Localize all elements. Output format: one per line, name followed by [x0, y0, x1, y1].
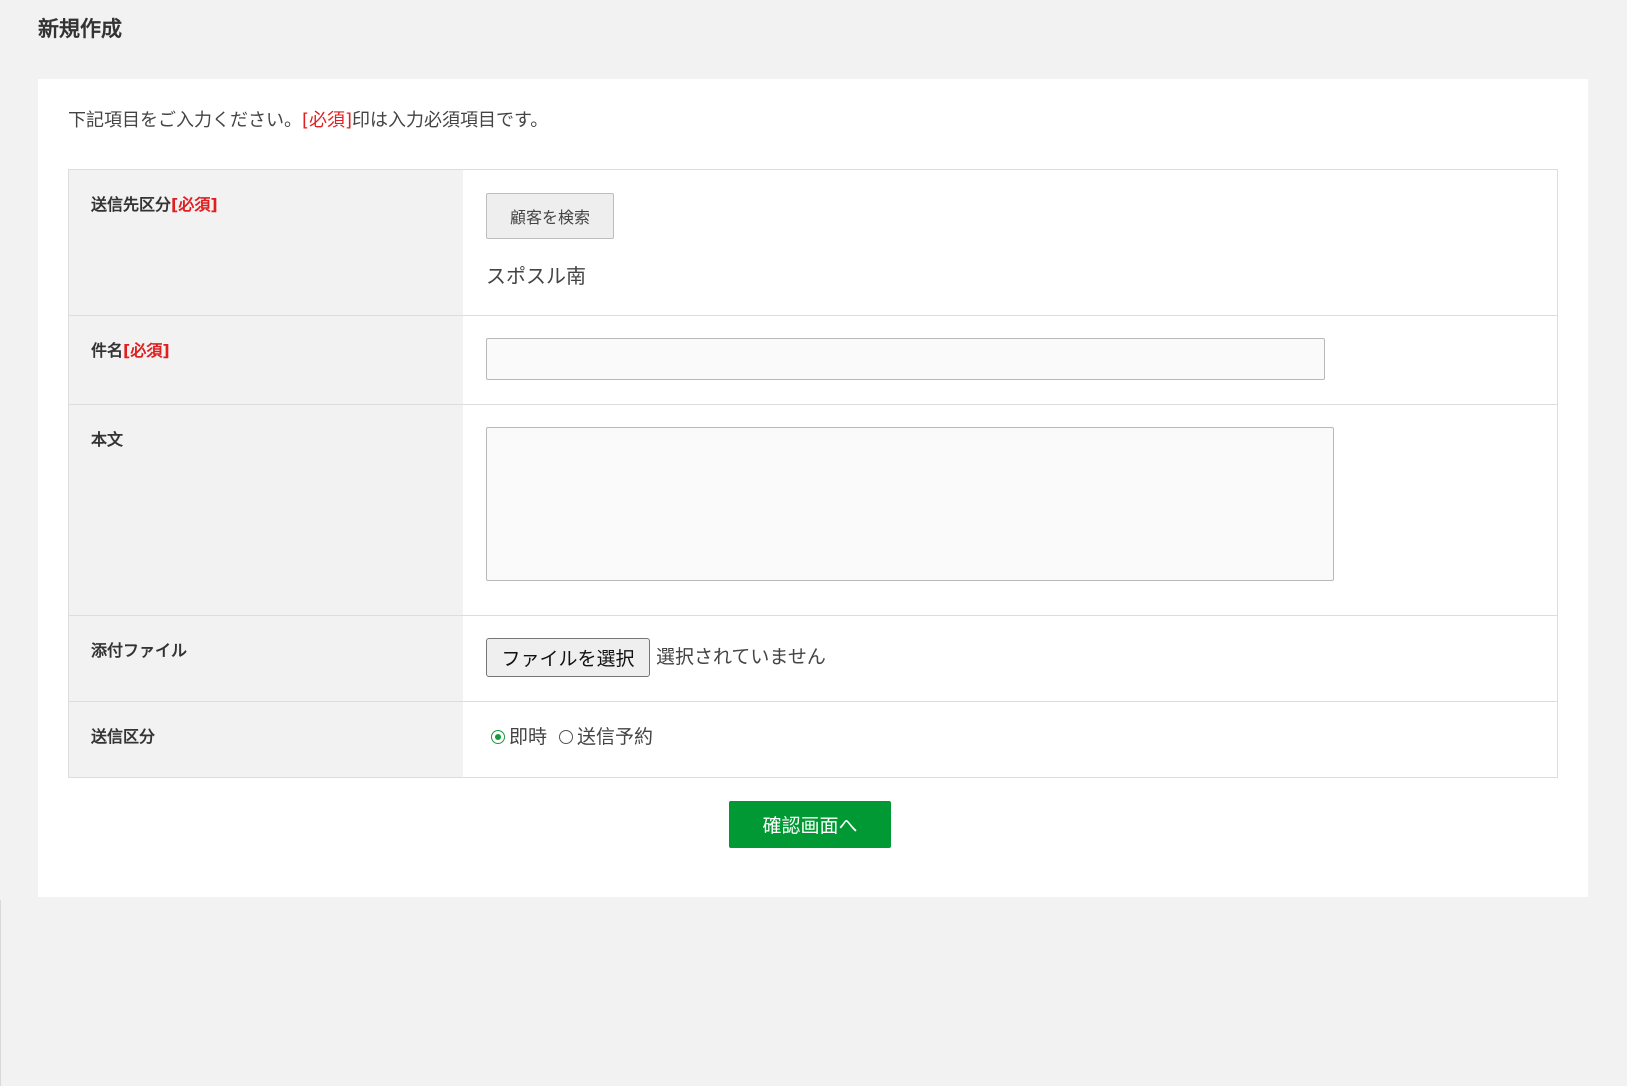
form-row-send-type: 送信区分 即時 送信予約: [69, 701, 1557, 777]
body-value-cell: [463, 405, 1557, 615]
recipient-label: 送信先区分: [91, 195, 172, 214]
body-label: 本文: [91, 430, 124, 449]
body-textarea[interactable]: [486, 427, 1334, 581]
form-table: 送信先区分[必須] 顧客を検索 スポスル南 件名[必須] 本文 添付ファイル フ…: [68, 169, 1558, 778]
subject-input[interactable]: [486, 338, 1325, 380]
form-instructions: 下記項目をご入力ください。[必須]印は入力必須項目です。: [68, 108, 548, 134]
send-type-value-cell: 即時 送信予約: [463, 702, 1557, 777]
recipient-label-cell: 送信先区分[必須]: [69, 170, 463, 315]
attachment-value-cell: ファイルを選択 選択されていません: [463, 616, 1557, 701]
radio-immediate[interactable]: [491, 730, 505, 744]
required-badge: [必須]: [123, 341, 170, 360]
radio-scheduled-label: 送信予約: [577, 726, 654, 748]
instructions-text: 下記項目をご入力ください。: [68, 110, 302, 131]
form-row-subject: 件名[必須]: [69, 315, 1557, 404]
confirm-button[interactable]: 確認画面へ: [729, 801, 891, 848]
form-row-attachment: 添付ファイル ファイルを選択 選択されていません: [69, 615, 1557, 701]
form-row-body: 本文: [69, 404, 1557, 615]
search-customer-button[interactable]: 顧客を検索: [486, 193, 614, 239]
subject-value-cell: [463, 316, 1557, 404]
send-type-label-cell: 送信区分: [69, 702, 463, 777]
form-panel: 下記項目をご入力ください。[必須]印は入力必須項目です。 送信先区分[必須] 顧…: [38, 79, 1588, 897]
body-label-cell: 本文: [69, 405, 463, 615]
subject-label: 件名: [91, 341, 124, 360]
form-row-recipient: 送信先区分[必須] 顧客を検索 スポスル南: [69, 170, 1557, 315]
recipient-value-cell: 顧客を検索 スポスル南: [463, 170, 1557, 315]
page-title: 新規作成: [38, 17, 122, 41]
send-type-label: 送信区分: [91, 727, 156, 746]
radio-option-scheduled[interactable]: 送信予約: [559, 723, 653, 751]
required-badge: [必須]: [171, 195, 218, 214]
attachment-label: 添付ファイル: [91, 641, 188, 660]
selected-customer-name: スポスル南: [486, 264, 586, 288]
radio-scheduled[interactable]: [559, 730, 574, 744]
radio-immediate-label: 即時: [509, 726, 548, 748]
instructions-text-after: 印は入力必須項目です。: [352, 110, 549, 131]
instructions-required-mark: [必須]: [302, 110, 353, 131]
left-edge-border: [0, 900, 1, 1086]
attachment-label-cell: 添付ファイル: [69, 616, 463, 701]
subject-label-cell: 件名[必須]: [69, 316, 463, 404]
radio-option-immediate[interactable]: 即時: [491, 723, 547, 751]
choose-file-button[interactable]: ファイルを選択: [486, 638, 650, 677]
file-status-text: 選択されていません: [656, 646, 826, 668]
send-type-radio-group: 即時 送信予約: [491, 723, 665, 751]
